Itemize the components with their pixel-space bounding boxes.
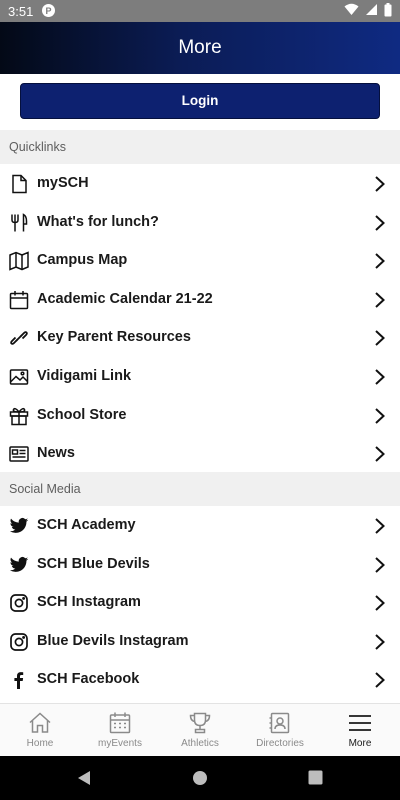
wifi-icon [344,3,359,19]
bottom-tab-bar: Home myEvents Athletics Directories More [0,703,400,756]
status-bar: 3:51 P [0,0,400,22]
list-item-label: Vidigami Link [37,367,132,384]
calendar-icon [9,290,29,310]
list-item-label: mySCH [37,175,89,191]
list-item[interactable]: Key Parent Resources [0,318,400,357]
list-item[interactable]: Blue Devils Instagram [0,621,400,661]
tab-athletics[interactable]: Athletics [160,704,240,757]
home-icon [28,711,52,735]
chevron-right-icon [374,368,386,386]
list-item[interactable]: News [0,434,400,473]
list-item[interactable]: SCH Instagram [0,583,400,622]
gift-icon [9,406,29,426]
list-item-label: What's for lunch? [37,213,159,230]
list-item-label: SCH Academy [37,517,136,533]
document-icon [9,174,29,194]
section-header-social-media: Social Media [0,472,400,506]
chevron-right-icon [374,594,386,612]
instagram-icon [9,632,29,652]
tab-myevents[interactable]: myEvents [80,704,160,757]
tab-label: Directories [256,738,304,749]
back-icon[interactable] [76,770,92,791]
battery-icon [384,2,392,20]
chevron-right-icon [374,517,386,535]
list-item[interactable]: Vidigami Link [0,356,400,396]
login-button[interactable]: Login [20,83,380,119]
utensils-icon [9,212,29,233]
trophy-icon [188,711,212,735]
list-item[interactable]: SCH Blue Devils [0,544,400,584]
instagram-icon [9,593,29,613]
chevron-right-icon [374,175,386,193]
list-item[interactable]: What's for lunch? [0,202,400,242]
list-item[interactable]: SCH Facebook [0,660,400,699]
chevron-right-icon [374,407,386,425]
section-header-quicklinks: Quicklinks [0,130,400,164]
contact-card-icon [268,711,292,735]
list-item-label: Campus Map [37,252,128,269]
social-media-list: SCH Academy SCH Blue Devils SCH Instagra… [0,506,400,699]
list-item[interactable]: mySCH [0,164,400,203]
list-item-label: School Store [37,406,127,423]
chevron-right-icon [374,445,386,463]
facebook-icon [9,670,29,690]
tab-label: Athletics [181,738,219,749]
tab-label: Home [26,738,54,749]
link-icon [9,328,29,348]
list-item-label: SCH Blue Devils [37,555,150,572]
twitter-icon [9,555,29,575]
list-item-label: Academic Calendar 21-22 [37,290,213,307]
login-section: Login [0,74,400,130]
chevron-right-icon [374,556,386,574]
chevron-right-icon [374,329,386,347]
list-item[interactable]: School Store [0,395,400,435]
tab-home[interactable]: Home [0,704,80,757]
page-title: More [178,37,222,58]
list-item-label: SCH Instagram [37,594,141,611]
list-item[interactable]: SCH Academy [0,506,400,545]
list-item[interactable]: Campus Map [0,241,400,280]
map-icon [9,251,29,271]
recents-icon[interactable] [308,770,323,790]
app-header: More [0,22,400,74]
status-time: 3:51 [8,4,34,19]
system-navigation-bar [0,756,400,800]
tab-more[interactable]: More [320,704,400,757]
tab-label: myEvents [98,738,142,749]
chevron-right-icon [374,633,386,651]
tab-directories[interactable]: Directories [240,704,320,757]
app-notification-icon: P [42,4,55,17]
signal-icon [365,3,378,19]
chevron-right-icon [374,671,386,689]
home-button-icon[interactable] [192,770,208,791]
list-item-label: Key Parent Resources [37,329,191,346]
svg-text:P: P [46,6,52,16]
calendar-icon [108,711,132,735]
tab-label: More [348,738,372,749]
twitter-icon [9,516,29,536]
chevron-right-icon [374,252,386,270]
list-item-label: News [37,445,75,462]
list-item-label: SCH Facebook [37,671,140,688]
quicklinks-list: mySCH What's for lunch? Campus Map Acade… [0,164,400,473]
chevron-right-icon [374,291,386,309]
menu-icon [348,711,372,735]
list-item[interactable]: Academic Calendar 21-22 [0,279,400,319]
image-icon [9,367,29,387]
chevron-right-icon [374,214,386,232]
list-item-label: Blue Devils Instagram [37,632,189,649]
newspaper-icon [9,444,29,464]
